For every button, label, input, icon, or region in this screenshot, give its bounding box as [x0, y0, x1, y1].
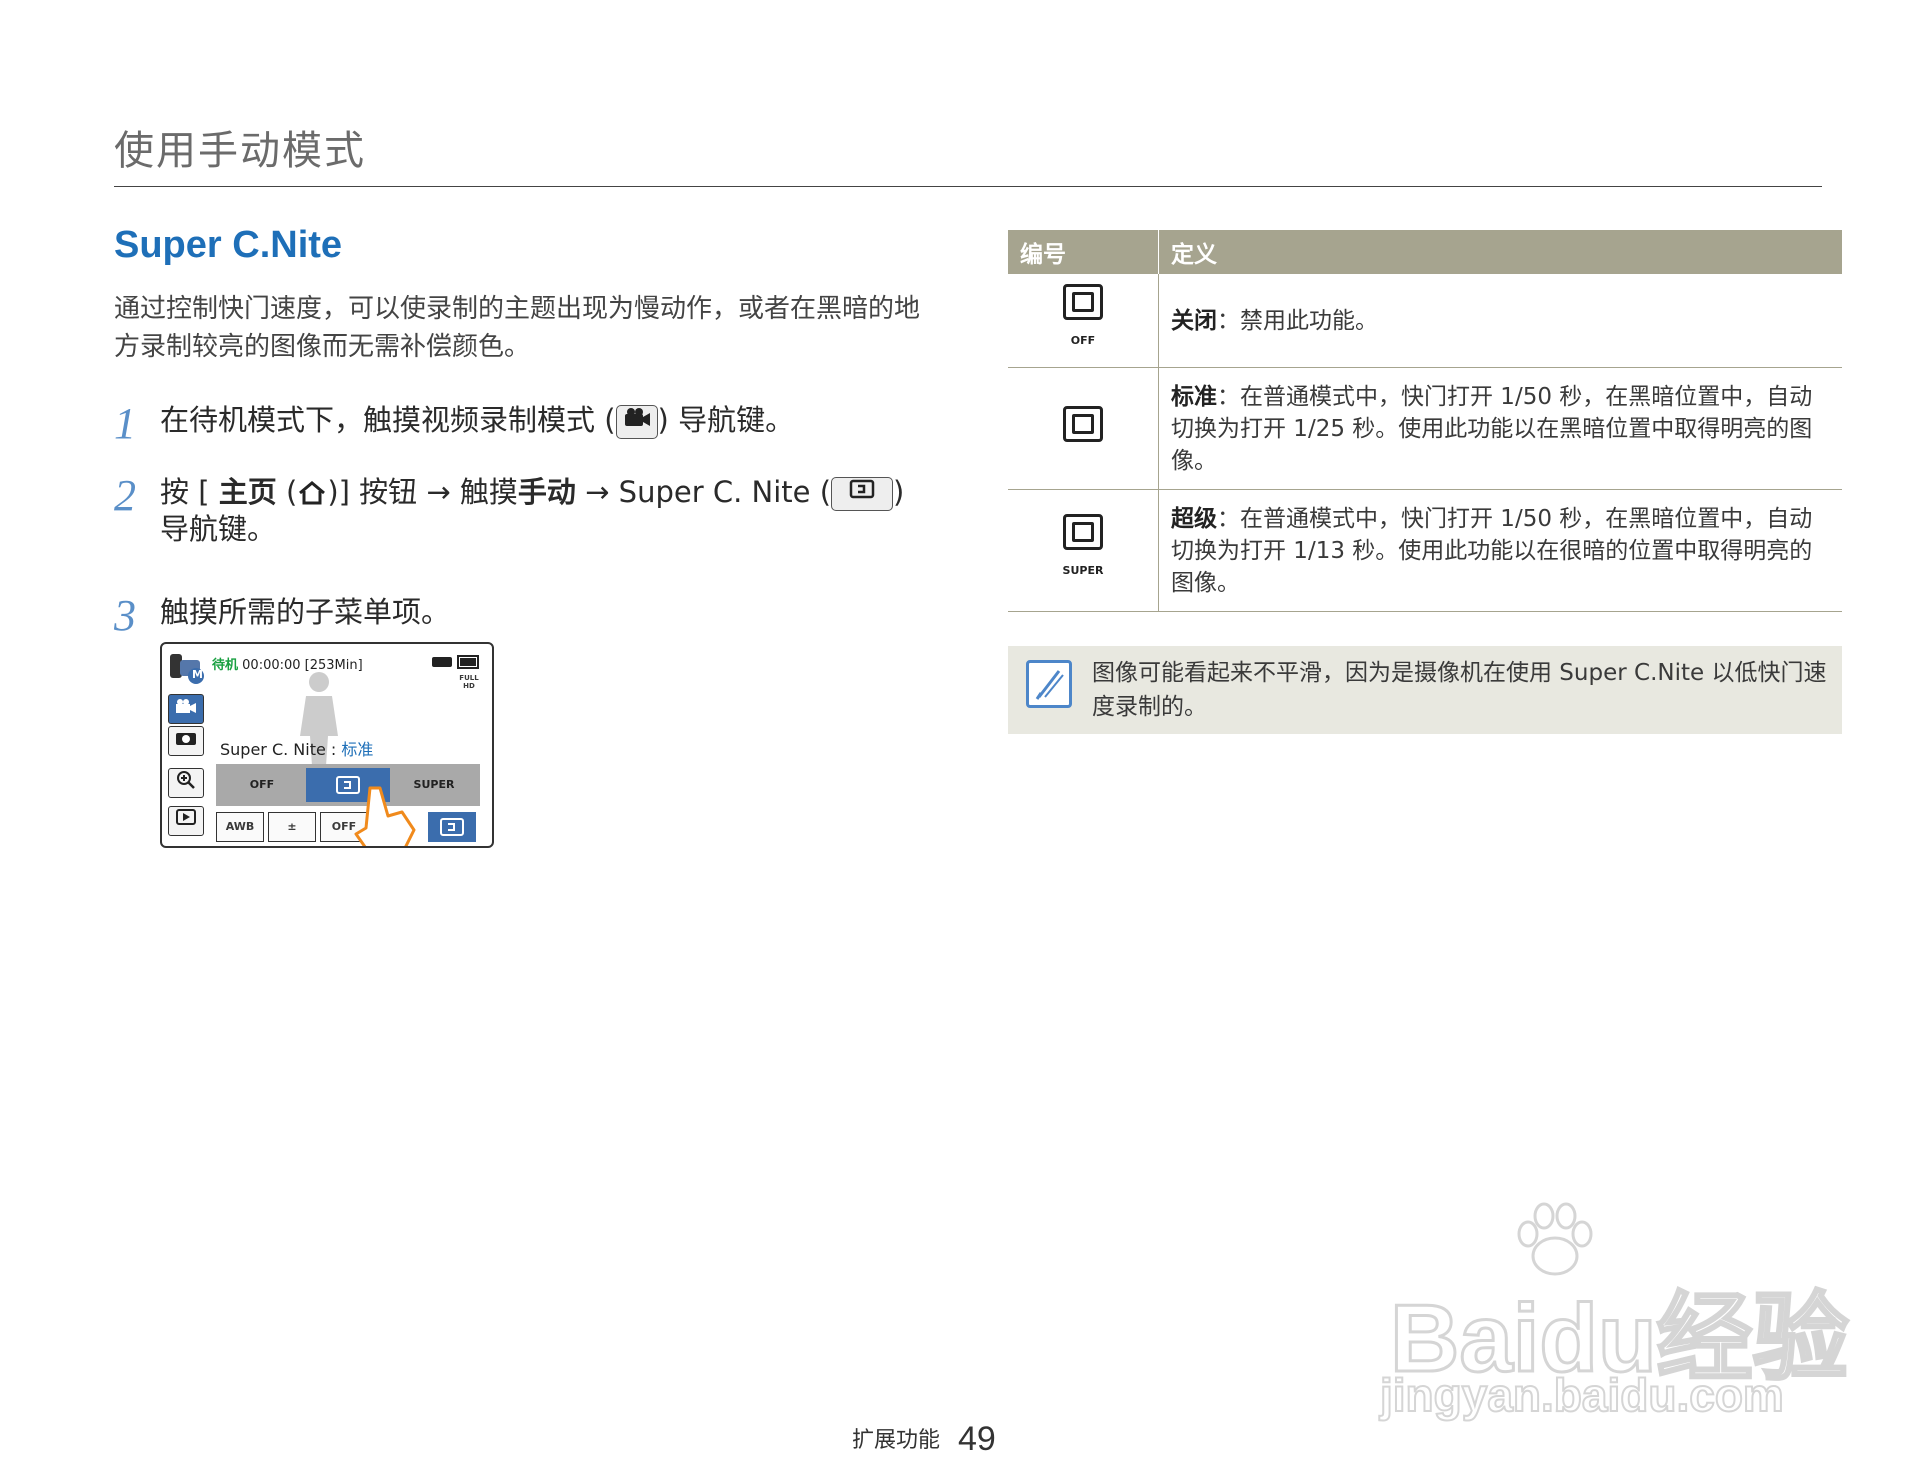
step-number: 2 — [114, 471, 136, 520]
step-number: 1 — [114, 399, 136, 448]
table-row: OFF 关闭：禁用此功能。 — [1008, 274, 1842, 368]
fullhd-icon: FULL HD — [459, 674, 479, 690]
home-icon — [299, 481, 326, 505]
column-header-number: 编号 — [1008, 230, 1159, 274]
step-2: 2 按 [ 主页 ()] 按钮 → 触摸手动 → Super C. Nite (… — [114, 471, 944, 554]
table-row: SUPER 超级：在普通模式中，快门打开 1/50 秒，在黑暗位置中，自动切换为… — [1008, 489, 1842, 612]
step-number: 3 — [114, 591, 136, 640]
super-c-nite-button[interactable] — [428, 812, 476, 842]
camcorder-lcd-screen: M 待机 00:00:00 [253Min] FULL HD Super C. … — [160, 642, 494, 848]
note-pencil-icon — [1026, 660, 1072, 708]
super-c-nite-label: Super C. Nite : 标准 — [220, 740, 374, 759]
step-text: 触摸所需的子菜单项。 — [160, 595, 451, 629]
exposure-button[interactable]: ± — [268, 812, 316, 842]
awb-button[interactable]: AWB — [216, 812, 264, 842]
header-divider — [114, 186, 1822, 187]
video-mode-button[interactable] — [168, 694, 204, 724]
term-description: ：在普通模式中，快门打开 1/50 秒，在黑暗位置中，自动切换为打开 1/25 … — [1171, 383, 1813, 474]
page-header-title: 使用手动模式 — [114, 128, 366, 174]
video-mode-icon — [615, 405, 658, 439]
zoom-button[interactable] — [168, 768, 204, 798]
term-label: 超级 — [1171, 505, 1217, 532]
playback-button[interactable] — [168, 806, 204, 836]
step-text: 在待机模式下，触摸视频录制模式 ( ) 导航键。 — [160, 403, 795, 439]
note-box: 图像可能看起来不平滑，因为是摄像机在使用 Super C.Nite 以低快门速度… — [1008, 646, 1842, 734]
intro-paragraph: 通过控制快门速度，可以使录制的主题出现为慢动作，或者在黑暗的地方录制较亮的图像而… — [114, 294, 921, 362]
option-off[interactable]: OFF — [220, 768, 304, 802]
table-header-row: 编号 定义 — [1008, 230, 1842, 274]
super-c-nite-icon — [831, 477, 894, 511]
term-label: 标准 — [1171, 383, 1217, 410]
column-header-definition: 定义 — [1158, 230, 1842, 274]
step-1: 1 在待机模式下，触摸视频录制模式 ( ) 导航键。 — [114, 399, 944, 450]
note-text: 图像可能看起来不平滑，因为是摄像机在使用 Super C.Nite 以低快门速度… — [1092, 660, 1827, 720]
definition-table: 编号 定义 OFF 关闭：禁用此功能。 标准：在普通模式中，快门打开 1/50 … — [1008, 230, 1842, 612]
camera-mode-icon: M — [168, 650, 206, 686]
term-label: 关闭 — [1171, 307, 1217, 334]
super-c-nite-standard-icon — [1063, 406, 1103, 442]
term-description: ：在普通模式中，快门打开 1/50 秒，在黑暗位置中，自动切换为打开 1/13 … — [1171, 505, 1813, 596]
touch-hand-icon — [340, 784, 420, 846]
photo-mode-button[interactable] — [168, 726, 204, 756]
footer-section: 扩展功能 — [852, 1428, 941, 1453]
step-3: 3 触摸所需的子菜单项。 — [114, 591, 944, 642]
baidu-watermark: Baidu经验 jingyan.baidu.com — [1379, 1200, 1850, 1422]
battery-icon — [432, 654, 482, 674]
table-row: 标准：在普通模式中，快门打开 1/50 秒，在黑暗位置中，自动切换为打开 1/2… — [1008, 367, 1842, 490]
section-title: Super C.Nite — [114, 224, 343, 266]
page-footer: 扩展功能 49 — [852, 1420, 996, 1459]
super-c-nite-super-icon — [1063, 514, 1103, 550]
page-number: 49 — [958, 1420, 996, 1458]
step-text: 按 [ 主页 ()] 按钮 → 触摸手动 → Super C. Nite ( )… — [160, 475, 905, 546]
super-c-nite-off-icon — [1063, 284, 1103, 320]
term-description: ：禁用此功能。 — [1217, 307, 1378, 334]
